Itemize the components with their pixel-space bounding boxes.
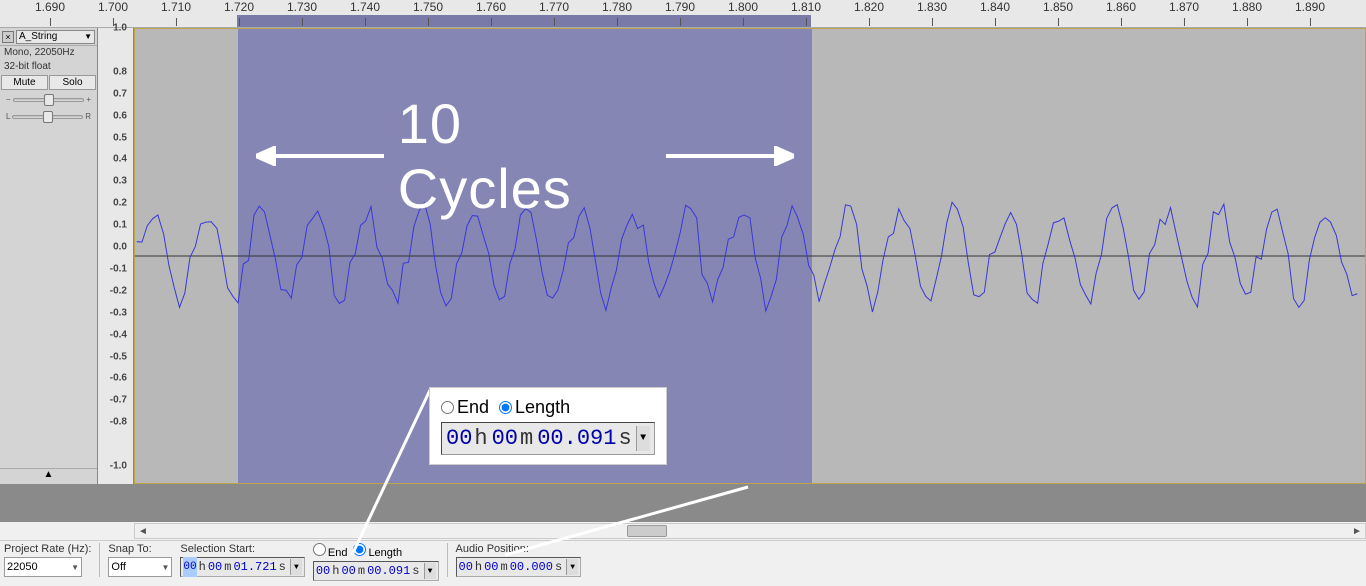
- pan-slider[interactable]: L R: [0, 108, 97, 125]
- selection-toolbar: Project Rate (Hz): 22050 ▼ Snap To: Off …: [0, 540, 1366, 586]
- track-bitdepth-label: 32-bit float: [0, 60, 97, 74]
- ruler-tick: 1.770: [539, 0, 569, 14]
- ruler-tick: 1.890: [1295, 0, 1325, 14]
- ruler-tick: 1.800: [728, 0, 758, 14]
- amp-label: -0.1: [110, 263, 127, 274]
- snap-to-select[interactable]: Off ▼: [108, 557, 172, 577]
- audio-position-field[interactable]: 00h 00m 00.000s ▼: [456, 557, 582, 577]
- audio-position-label: Audio Position:: [456, 543, 582, 555]
- amp-label: 0.3: [113, 176, 127, 187]
- pan-right-label: R: [85, 112, 91, 121]
- callout-length-radio[interactable]: Length: [499, 397, 570, 418]
- ruler-tick: 1.700: [98, 0, 128, 14]
- ruler-tick: 1.720: [224, 0, 254, 14]
- chevron-down-icon: ▼: [71, 563, 79, 572]
- amp-label: 0.1: [113, 220, 127, 231]
- amp-label: -1.0: [110, 461, 127, 472]
- amp-label: 0.4: [113, 154, 127, 165]
- end-radio[interactable]: End: [313, 543, 348, 559]
- track-gap: [0, 484, 1366, 522]
- amp-label: -0.4: [110, 329, 127, 340]
- ruler-tick: 1.740: [350, 0, 380, 14]
- pan-track[interactable]: [12, 115, 83, 119]
- solo-button[interactable]: Solo: [49, 75, 96, 90]
- ruler-tick: 1.860: [1106, 0, 1136, 14]
- chevron-down-icon[interactable]: ▼: [636, 426, 650, 451]
- chevron-down-icon: ▼: [162, 563, 170, 572]
- chevron-down-icon[interactable]: ▼: [424, 563, 436, 579]
- waveform-display[interactable]: 10 Cycles: [134, 28, 1366, 484]
- ruler-tick: 1.830: [917, 0, 947, 14]
- amp-label: 1.0: [113, 23, 127, 34]
- plus-icon: +: [86, 95, 91, 104]
- pan-thumb[interactable]: [43, 111, 53, 123]
- pan-left-label: L: [6, 112, 10, 121]
- chevron-down-icon[interactable]: ▼: [566, 559, 578, 575]
- ruler-tick: 1.760: [476, 0, 506, 14]
- project-rate-select[interactable]: 22050 ▼: [4, 557, 82, 577]
- amp-label: -0.6: [110, 373, 127, 384]
- track-format-label: Mono, 22050Hz: [0, 46, 97, 60]
- ruler-tick: 1.690: [35, 0, 65, 14]
- amp-label: 0.6: [113, 110, 127, 121]
- minus-icon: −: [6, 95, 11, 104]
- amp-label: 0.0: [113, 242, 127, 253]
- amp-label: -0.3: [110, 307, 127, 318]
- track-close-button[interactable]: ×: [2, 31, 14, 43]
- scroll-right-button[interactable]: ►: [1349, 526, 1365, 537]
- amp-label: 0.7: [113, 88, 127, 99]
- ruler-tick: 1.730: [287, 0, 317, 14]
- callout-end-radio[interactable]: End: [441, 397, 489, 418]
- amp-label: -0.7: [110, 395, 127, 406]
- ruler-selection: [237, 15, 811, 28]
- amp-label: 0.8: [113, 66, 127, 77]
- gain-slider[interactable]: − +: [0, 91, 97, 108]
- selection-start-label: Selection Start:: [180, 543, 304, 555]
- ruler-tick: 1.880: [1232, 0, 1262, 14]
- horizontal-scrollbar[interactable]: ◄ ►: [0, 522, 1366, 540]
- snap-to-value: Off: [111, 561, 125, 573]
- track-control-panel: × A_String ▼ Mono, 22050Hz 32-bit float …: [0, 28, 98, 484]
- amp-label: -0.8: [110, 417, 127, 428]
- ruler-tick: 1.840: [980, 0, 1010, 14]
- mute-button[interactable]: Mute: [1, 75, 48, 90]
- wave-path: [137, 202, 1358, 312]
- gain-track[interactable]: [13, 98, 85, 102]
- scroll-left-button[interactable]: ◄: [135, 526, 151, 537]
- gain-thumb[interactable]: [44, 94, 54, 106]
- amp-label: -0.5: [110, 351, 127, 362]
- length-callout: End Length 00h 00m 00.091s ▼: [430, 388, 666, 464]
- ruler-tick: 1.870: [1169, 0, 1199, 14]
- waveform-svg: [135, 29, 1365, 483]
- ruler-tick: 1.810: [791, 0, 821, 14]
- amp-label: -0.2: [110, 285, 127, 296]
- ruler-tick: 1.750: [413, 0, 443, 14]
- ruler-tick: 1.820: [854, 0, 884, 14]
- amplitude-scale: 1.00.80.70.60.50.40.30.20.10.0-0.1-0.2-0…: [98, 28, 134, 484]
- timeline-ruler[interactable]: 1.690 1.700 1.710 1.720 1.730 1.740 1.750 1.760…: [0, 0, 1366, 28]
- project-rate-value: 22050: [7, 561, 38, 573]
- scroll-thumb[interactable]: [627, 525, 667, 537]
- snap-to-label: Snap To:: [108, 543, 172, 555]
- ruler-tick: 1.710: [161, 0, 191, 14]
- selection-length-field[interactable]: 00h 00m 00.091s ▼: [313, 561, 439, 581]
- selection-start-field[interactable]: 00h 00m 01.721s ▼: [180, 557, 304, 577]
- track-name-dropdown[interactable]: A_String ▼: [16, 30, 95, 44]
- ruler-tick: 1.780: [602, 0, 632, 14]
- callout-length-field[interactable]: 00h 00m 00.091s ▼: [441, 422, 655, 455]
- amp-label: 0.5: [113, 132, 127, 143]
- amp-label: 0.2: [113, 198, 127, 209]
- length-radio[interactable]: Length: [353, 543, 402, 559]
- chevron-down-icon: ▼: [84, 31, 92, 43]
- track-name-label: A_String: [19, 31, 57, 43]
- project-rate-label: Project Rate (Hz):: [4, 543, 91, 555]
- ruler-tick: 1.790: [665, 0, 695, 14]
- chevron-down-icon[interactable]: ▼: [290, 559, 302, 575]
- ruler-tick: 1.850: [1043, 0, 1073, 14]
- track-collapse-button[interactable]: ▲: [0, 468, 97, 484]
